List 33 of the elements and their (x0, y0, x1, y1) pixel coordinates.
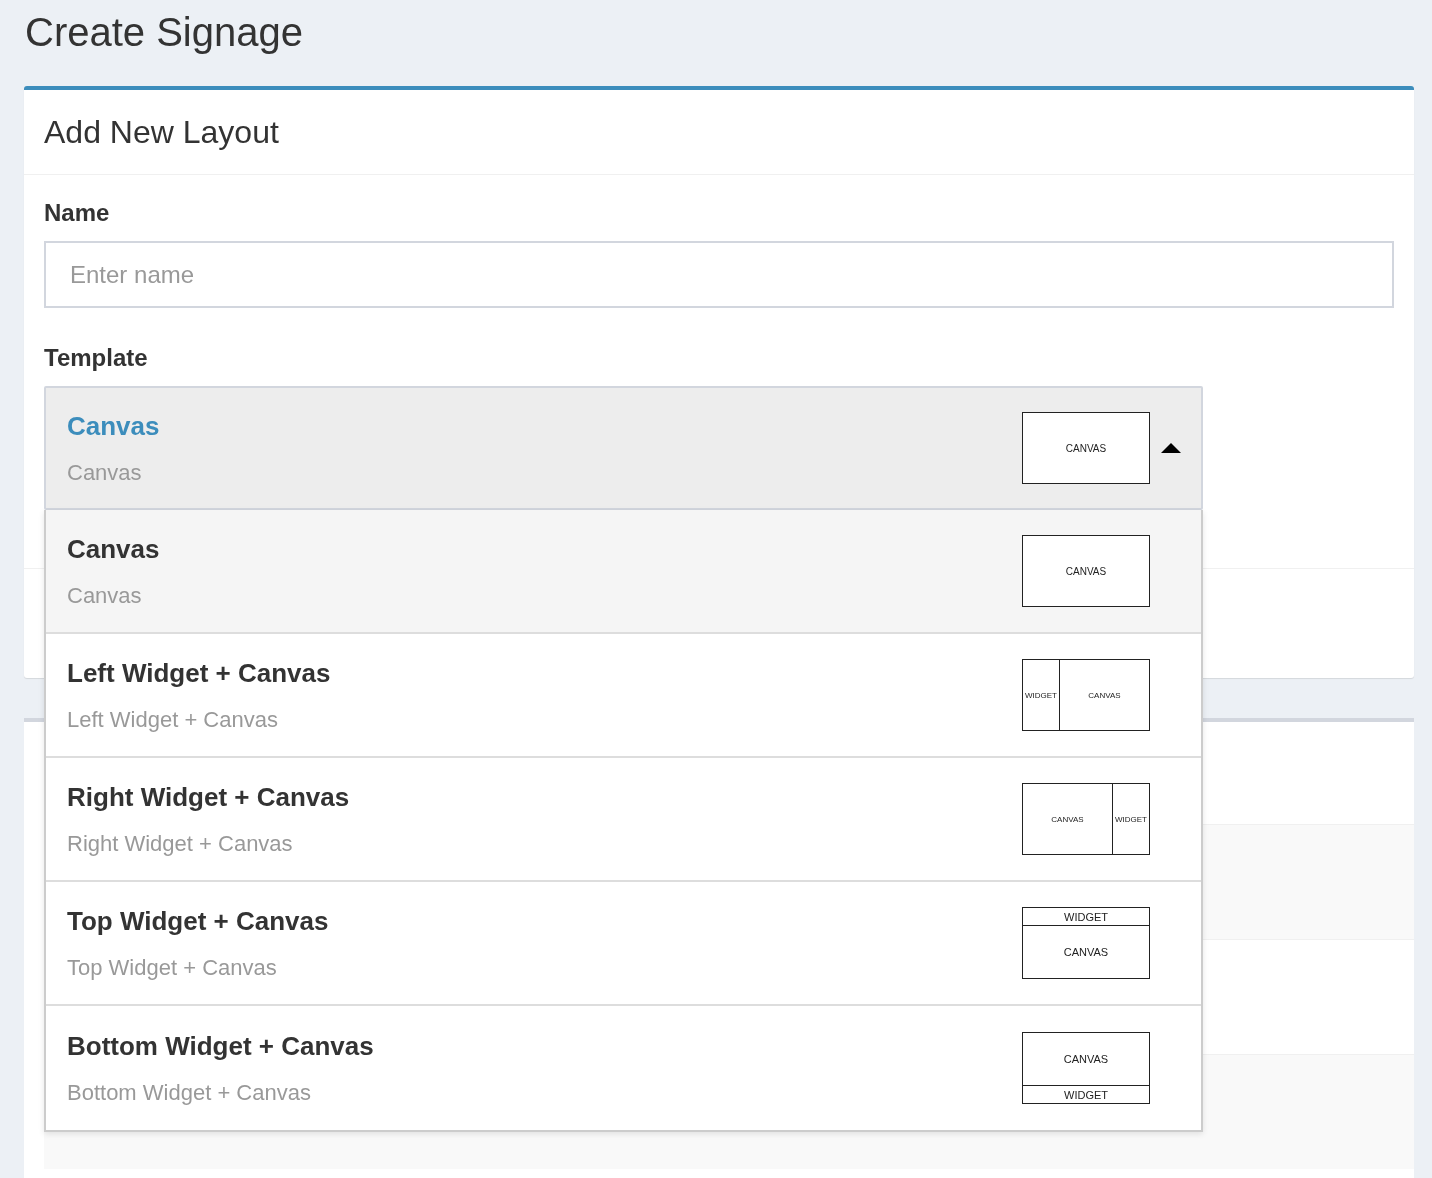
option-title: Right Widget + Canvas (67, 781, 351, 813)
card-title: Add New Layout (44, 113, 279, 151)
thumbnail-label: WIDGET (1112, 784, 1149, 854)
option-subtitle: Bottom Widget + Canvas (67, 1079, 312, 1106)
dropdown-option[interactable]: Top Widget + Canvas Top Widget + Canvas WIDGET CANVAS (46, 882, 1201, 1006)
thumbnail-label: WIDGET (1024, 689, 1058, 702)
dropdown-option[interactable]: Bottom Widget + Canvas Bottom Widget + Canvas CANVAS WIDGET (46, 1006, 1201, 1130)
selected-title: Canvas (67, 410, 161, 442)
thumbnail-label: CANVAS (1062, 1052, 1110, 1067)
option-subtitle: Top Widget + Canvas (67, 954, 278, 981)
option-title: Left Widget + Canvas (67, 657, 332, 689)
option-subtitle: Canvas (67, 582, 143, 609)
thumbnail-label: CANVAS (1064, 564, 1108, 579)
option-subtitle: Right Widget + Canvas (67, 830, 294, 857)
dropdown-option[interactable]: Canvas Canvas CANVAS (46, 510, 1201, 634)
thumbnail-label: CANVAS (1050, 813, 1085, 826)
template-label: Template (44, 344, 149, 372)
name-input[interactable]: Enter name (44, 241, 1394, 308)
thumbnail-label: CANVAS (1064, 441, 1108, 456)
option-subtitle: Left Widget + Canvas (67, 706, 279, 733)
dropdown-option[interactable]: Right Widget + Canvas Right Widget + Canvas CANVAS WIDGET (46, 758, 1201, 882)
option-title: Top Widget + Canvas (67, 905, 330, 937)
name-label: Name (44, 199, 111, 227)
thumbnail-label: WIDGET (1023, 1085, 1149, 1103)
dropdown-option[interactable]: Left Widget + Canvas Left Widget + Canvas WIDGET CANVAS (46, 634, 1201, 758)
thumbnail-label: WIDGET (1063, 909, 1109, 925)
template-select[interactable]: Canvas Canvas CANVAS (44, 386, 1203, 510)
option-title: Bottom Widget + Canvas (67, 1030, 375, 1062)
selected-subtitle: Canvas (67, 459, 143, 486)
thumbnail-label: CANVAS (1023, 925, 1149, 978)
thumbnail-label: CANVAS (1059, 660, 1149, 730)
option-title: Canvas (67, 533, 161, 565)
page-title: Create Signage (24, 9, 304, 56)
